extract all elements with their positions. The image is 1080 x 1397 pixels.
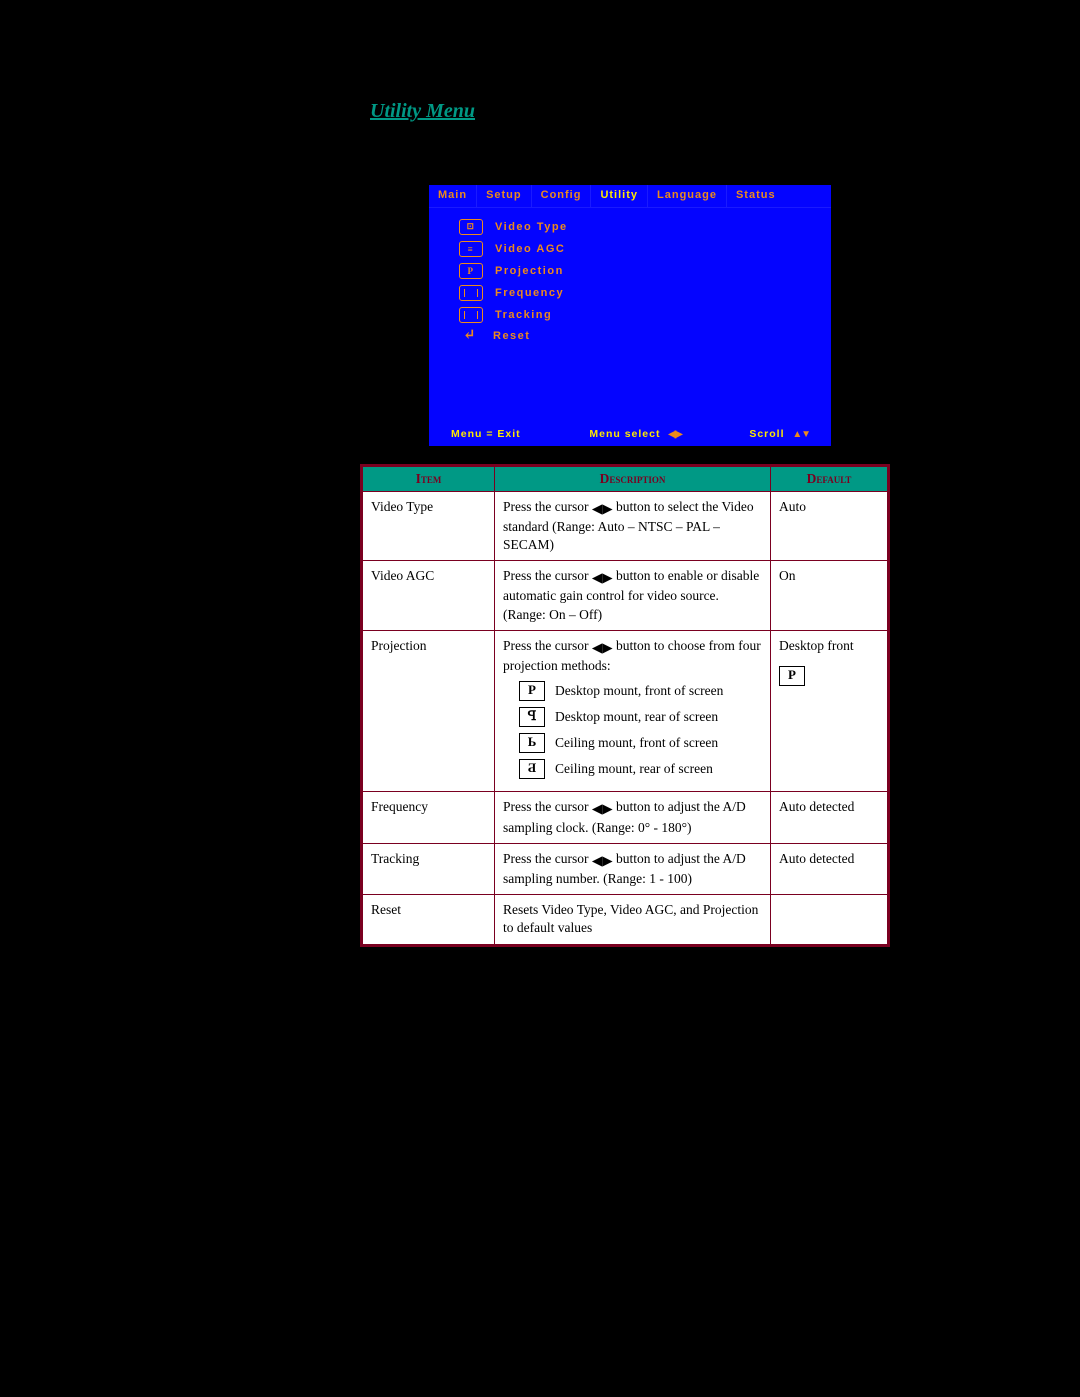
proj-opt: ЬCeiling mount, front of screen (519, 733, 762, 753)
osd-footer: Menu = Exit Menu select ◀ ▶ Scroll ▲ ▼ (429, 424, 831, 446)
left-right-icon: ◀▶ (592, 800, 613, 818)
up-down-icon: ▲▼ (497, 156, 521, 173)
proj-icon-ceiling-rear: Ƌ (519, 759, 545, 779)
proj-icon-ceiling-front: Ь (519, 733, 545, 753)
left-right-icon: ◀ ▶ (668, 429, 680, 440)
proj-opt: ƋCeiling mount, rear of screen (519, 759, 762, 779)
table-row: Video AGC Press the cursor ◀▶ button to … (362, 561, 889, 631)
left-right-icon: ◀▶ (592, 639, 613, 657)
page-title: Utility Menu (370, 100, 890, 123)
tv-icon: ⊡ (459, 219, 483, 235)
left-right-icon: ◀▶ (592, 569, 613, 587)
agc-icon: ≡ (459, 241, 483, 257)
table-row: Tracking Press the cursor ◀▶ button to a… (362, 843, 889, 894)
proj-opt: PDesktop mount, front of screen (519, 681, 762, 701)
intro-text: Press the Menu button to open the Main m… (370, 135, 890, 173)
proj-icon-default: P (779, 666, 805, 686)
osd-foot-select: Menu select ◀ ▶ (589, 428, 680, 440)
proj-icon-desktop-rear: ꟼ (519, 707, 545, 727)
osd-item-frequency[interactable]: Frequency (459, 282, 801, 304)
frequency-icon (459, 285, 483, 301)
description-table: Item Description Default Video Type Pres… (360, 464, 890, 947)
tracking-icon (459, 307, 483, 323)
up-down-icon: ▲ ▼ (792, 429, 809, 440)
left-right-icon: ◀▶ (592, 500, 613, 518)
th-desc: Description (495, 465, 771, 491)
osd-item-video-agc[interactable]: ≡Video AGC (459, 238, 801, 260)
reset-icon: ↵ (459, 329, 481, 343)
osd-foot-exit: Menu = Exit (451, 428, 521, 440)
th-item: Item (362, 465, 495, 491)
projection-icon: P (459, 263, 483, 279)
osd-tab-language[interactable]: Language (648, 185, 726, 207)
osd-screenshot: Main Setup Config Utility Language Statu… (429, 185, 831, 446)
th-default: Default (771, 465, 889, 491)
osd-tab-status[interactable]: Status (727, 185, 785, 207)
osd-item-reset[interactable]: ↵Reset (459, 326, 801, 346)
osd-tabs: Main Setup Config Utility Language Statu… (429, 185, 831, 208)
table-row: Frequency Press the cursor ◀▶ button to … (362, 792, 889, 843)
osd-item-projection[interactable]: PProjection (459, 260, 801, 282)
table-row: Projection Press the cursor ◀▶ button to… (362, 630, 889, 791)
osd-item-video-type[interactable]: ⊡Video Type (459, 216, 801, 238)
osd-foot-scroll: Scroll ▲ ▼ (749, 428, 809, 440)
proj-icon-desktop-front: P (519, 681, 545, 701)
osd-tab-config[interactable]: Config (532, 185, 591, 207)
osd-tab-main[interactable]: Main (429, 185, 476, 207)
osd-item-tracking[interactable]: Tracking (459, 304, 801, 326)
osd-tab-setup[interactable]: Setup (477, 185, 531, 207)
proj-opt: ꟼDesktop mount, rear of screen (519, 707, 762, 727)
table-row: Reset Resets Video Type, Video AGC, and … (362, 895, 889, 945)
left-right-icon: ◀▶ (592, 852, 613, 870)
table-row: Video Type Press the cursor ◀▶ button to… (362, 491, 889, 561)
left-right-icon: ◀▶ (717, 137, 735, 154)
osd-tab-utility[interactable]: Utility (591, 185, 647, 207)
